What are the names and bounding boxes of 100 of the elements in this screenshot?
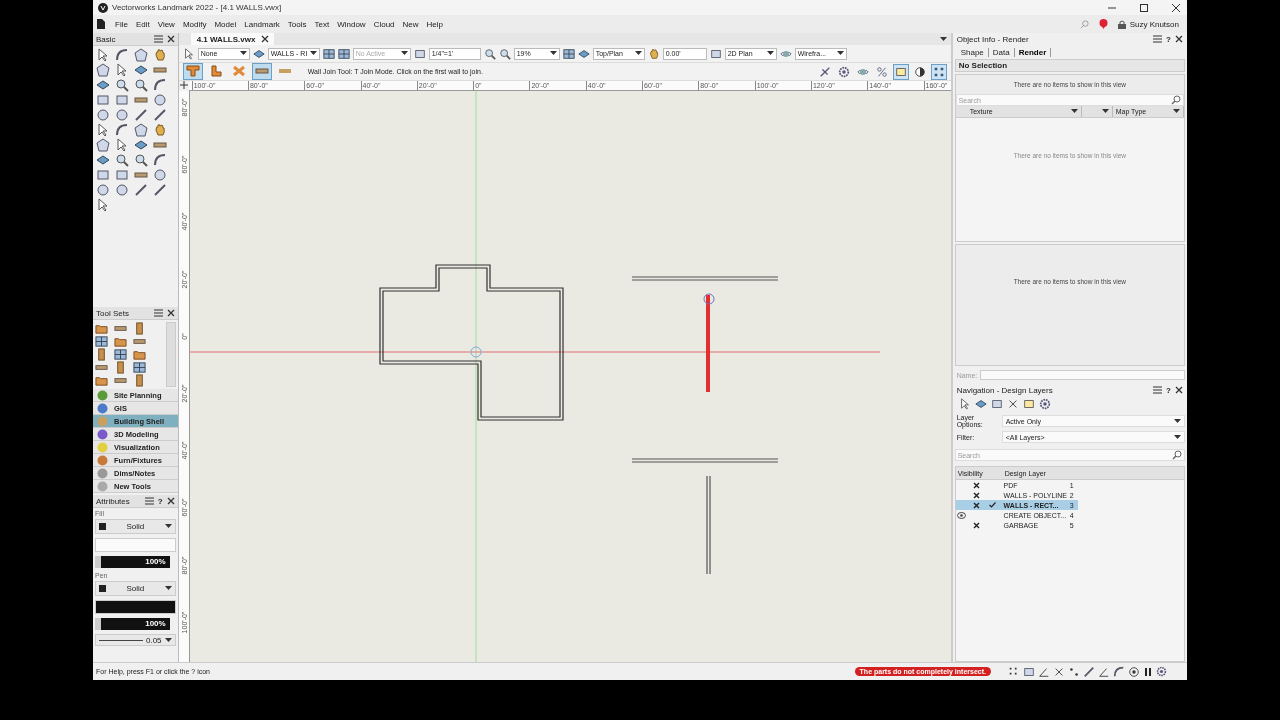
- pen-color-field[interactable]: [95, 600, 176, 614]
- selected-wall[interactable]: [705, 295, 710, 392]
- close-icon[interactable]: [1175, 386, 1183, 394]
- rectangle-icon[interactable]: [413, 47, 426, 60]
- points-icon[interactable]: [1068, 665, 1080, 678]
- rectangle-icon[interactable]: [709, 47, 722, 60]
- diamond-icon[interactable]: [96, 153, 110, 167]
- gear-icon[interactable]: [1038, 397, 1051, 410]
- circle-icon[interactable]: [115, 108, 129, 122]
- opacity-field[interactable]: 100%: [95, 618, 170, 630]
- pause-icon[interactable]: [1143, 666, 1153, 677]
- diamond-icon[interactable]: [974, 397, 987, 410]
- hand-icon[interactable]: [647, 47, 660, 60]
- help-button[interactable]: ?: [157, 496, 163, 506]
- menu-item[interactable]: View: [157, 19, 175, 29]
- pen-style-dropdown[interactable]: Solid: [95, 581, 176, 596]
- line-icon[interactable]: [1083, 665, 1095, 678]
- circle-icon[interactable]: [96, 108, 110, 122]
- arc-icon[interactable]: [115, 123, 129, 137]
- diamond-icon[interactable]: [96, 78, 110, 92]
- rectangle-icon[interactable]: [990, 397, 1003, 410]
- gear-icon[interactable]: [1156, 666, 1167, 677]
- door-icon[interactable]: [95, 348, 108, 361]
- pointer-icon[interactable]: [958, 397, 971, 410]
- door-icon[interactable]: [114, 361, 127, 374]
- frame-icon[interactable]: [1022, 397, 1035, 410]
- search-icon[interactable]: [1171, 95, 1181, 105]
- document-tab[interactable]: 4.1 WALLS.vwx: [190, 33, 275, 45]
- search-icon[interactable]: [1172, 450, 1182, 460]
- mode-button[interactable]: [182, 63, 203, 80]
- tab[interactable]: Shape: [956, 47, 989, 57]
- fill-style-dropdown[interactable]: Solid: [95, 519, 176, 534]
- menu-item[interactable]: Help: [426, 19, 443, 29]
- maximize-icon[interactable]: [1139, 2, 1149, 13]
- arc-icon[interactable]: [153, 78, 167, 92]
- arc-icon[interactable]: [153, 153, 167, 167]
- rectangle-icon[interactable]: [1023, 665, 1035, 678]
- close-icon[interactable]: [166, 35, 175, 43]
- window-icon[interactable]: [114, 348, 127, 361]
- close-icon[interactable]: [166, 309, 175, 317]
- diamond-icon[interactable]: [252, 47, 265, 60]
- menu-item[interactable]: Tools: [287, 19, 307, 29]
- menu-item[interactable]: Modify: [182, 19, 207, 29]
- help-button[interactable]: ?: [1166, 34, 1171, 44]
- circle-icon[interactable]: [153, 93, 167, 107]
- zoom-icon[interactable]: [134, 153, 148, 167]
- close-icon[interactable]: [261, 35, 270, 43]
- mode-button[interactable]: [251, 63, 272, 80]
- zoom-icon[interactable]: [115, 153, 129, 167]
- diamond-icon[interactable]: [134, 63, 148, 77]
- window-icon[interactable]: [95, 335, 108, 348]
- folder-icon[interactable]: [95, 322, 108, 335]
- diamond-icon[interactable]: [577, 47, 590, 60]
- window-icon[interactable]: [337, 47, 350, 60]
- door-icon[interactable]: [133, 322, 146, 335]
- close-icon[interactable]: [1175, 35, 1183, 43]
- help-button[interactable]: ?: [1166, 385, 1171, 395]
- invisible-icon[interactable]: [973, 491, 980, 499]
- invisible-icon[interactable]: [973, 521, 980, 529]
- line-icon[interactable]: [134, 108, 148, 122]
- pointer-icon[interactable]: [96, 48, 110, 62]
- close-icon[interactable]: [1171, 2, 1181, 13]
- menu-item[interactable]: Text: [314, 19, 330, 29]
- door-icon[interactable]: [133, 374, 146, 387]
- polygon-icon[interactable]: [96, 138, 110, 152]
- polyline-wall-drawing[interactable]: [379, 264, 564, 421]
- pin-icon[interactable]: [1098, 19, 1108, 29]
- arc-icon[interactable]: [115, 48, 129, 62]
- document-icon[interactable]: [97, 19, 105, 29]
- user-name[interactable]: Suzy Knutson: [1129, 19, 1179, 29]
- circle-icon[interactable]: [115, 183, 129, 197]
- line-icon[interactable]: [134, 183, 148, 197]
- menu-item[interactable]: Model: [214, 19, 237, 29]
- hand-icon[interactable]: [153, 48, 167, 62]
- menu-item[interactable]: New: [402, 19, 419, 29]
- line-thickness-dropdown[interactable]: 0.05: [95, 634, 176, 646]
- invisible-icon[interactable]: [973, 501, 980, 509]
- menu-item[interactable]: File: [115, 19, 128, 29]
- menu-icon[interactable]: [1153, 35, 1163, 43]
- pointer-icon[interactable]: [115, 138, 129, 152]
- menu-icon[interactable]: [144, 497, 154, 505]
- zoom-icon[interactable]: [134, 78, 148, 92]
- target-icon[interactable]: [1128, 665, 1140, 678]
- diamond-icon[interactable]: [134, 138, 148, 152]
- hand-icon[interactable]: [153, 123, 167, 137]
- tab[interactable]: Render: [1014, 47, 1052, 57]
- close-icon[interactable]: [166, 497, 175, 505]
- window-icon[interactable]: [562, 47, 575, 60]
- pointer-icon[interactable]: [115, 63, 129, 77]
- name-field[interactable]: [980, 370, 1185, 380]
- menu-icon[interactable]: [1153, 386, 1163, 394]
- menu-item[interactable]: Cloud: [373, 19, 395, 29]
- circle-icon[interactable]: [96, 183, 110, 197]
- line-icon[interactable]: [153, 183, 167, 197]
- zoom-icon[interactable]: [498, 47, 511, 60]
- eye-icon[interactable]: [956, 511, 966, 519]
- opacity-field[interactable]: 100%: [95, 556, 170, 568]
- menu-item[interactable]: Window: [337, 19, 366, 29]
- circle-icon[interactable]: [153, 168, 167, 182]
- folder-icon[interactable]: [133, 348, 146, 361]
